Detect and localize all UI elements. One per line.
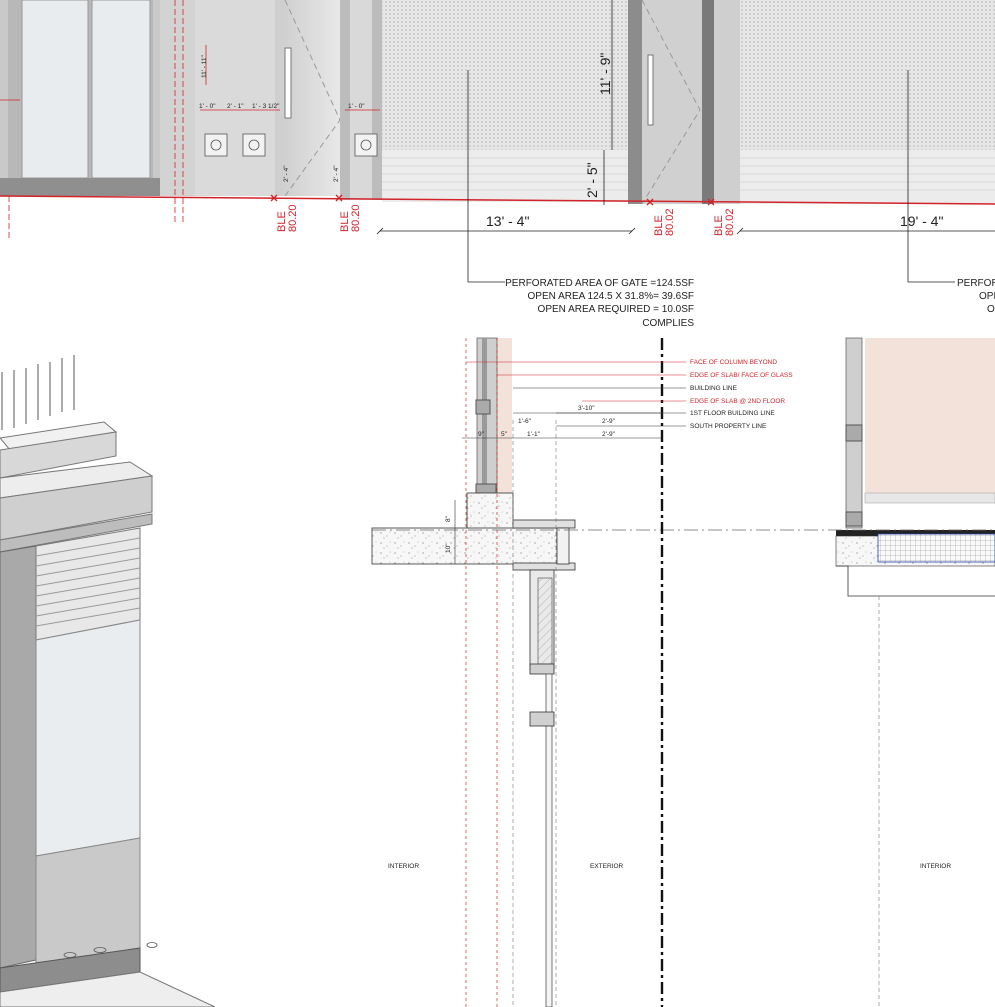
svg-text:OPE: OPE — [979, 291, 995, 302]
svg-text:PERFOR: PERFOR — [957, 278, 995, 289]
svg-text:2'-9": 2'-9" — [602, 431, 616, 438]
leader-1st-floor-building-line: 1ST FLOOR BUILDING LINE — [690, 410, 775, 417]
dimension-red-4: 1' - 3 1/2" — [252, 103, 280, 110]
svg-text:80.02: 80.02 — [664, 208, 676, 236]
dimension-red-5: 2' - 4" — [283, 165, 290, 182]
dimension-red-6: 2' - 4" — [333, 165, 340, 182]
dimension-gate-width-2: 19' - 4" — [900, 213, 943, 229]
leader-face-of-column: FACE OF COLUMN BEYOND — [690, 359, 777, 366]
ble-tag: BLE 80.20 — [339, 204, 362, 232]
dimension-red-1: 11' - 11" — [201, 54, 208, 78]
svg-text:3'-10": 3'-10" — [578, 405, 595, 412]
svg-text:1'-1": 1'-1" — [527, 431, 541, 438]
dimension-gate-width-1: 13' - 4" — [486, 213, 529, 229]
dimension-red-7: 1' - 0" — [348, 103, 365, 110]
svg-text:5": 5" — [501, 431, 508, 438]
dimension-red-3: 2' - 1" — [227, 103, 244, 110]
drawing-sheet: 13' - 4" 19' - 4" 11' - 9" 2' - 5" 11' -… — [0, 0, 995, 1007]
storefront-elevation — [0, 0, 995, 240]
svg-text:COMPLIES: COMPLIES — [642, 318, 694, 329]
svg-text:80.20: 80.20 — [287, 204, 299, 232]
wall-section — [371, 337, 995, 1007]
svg-text:80.20: 80.20 — [350, 204, 362, 232]
gate-area-note-cropped: PERFOR OPE O — [957, 278, 995, 315]
leader-edge-of-slab: EDGE OF SLAB/ FACE OF GLASS — [690, 372, 793, 379]
svg-text:1'-6": 1'-6" — [518, 418, 532, 425]
gate-area-note: PERFORATED AREA OF GATE =124.5SF OPEN AR… — [505, 278, 694, 329]
svg-text:2'-9": 2'-9" — [602, 418, 616, 425]
leader-edge-of-slab-2nd: EDGE OF SLAB @ 2ND FLOOR — [690, 398, 785, 405]
axonometric-view — [0, 355, 216, 1007]
dimension-gate-height: 11' - 9" — [597, 53, 613, 95]
label-interior-left: INTERIOR — [388, 863, 419, 870]
section-leader-labels: FACE OF COLUMN BEYOND EDGE OF SLAB/ FACE… — [690, 359, 793, 430]
svg-text:O: O — [987, 304, 995, 315]
svg-text:10": 10" — [445, 543, 452, 553]
svg-text:80.02: 80.02 — [724, 208, 736, 236]
label-exterior: EXTERIOR — [590, 863, 624, 870]
label-interior-right: INTERIOR — [920, 863, 951, 870]
dimension-red-2: 1' - 0" — [199, 103, 216, 110]
svg-text:OPEN AREA 124.5 X 31.8%= 39.6: OPEN AREA 124.5 X 31.8%= 39.6SF — [528, 291, 695, 302]
svg-text:9": 9" — [478, 431, 485, 438]
ble-tag: BLE 80.02 — [653, 208, 676, 236]
ble-tag: BLE 80.20 — [276, 204, 299, 232]
ble-tag: BLE 80.02 — [713, 208, 736, 236]
svg-text:8": 8" — [445, 515, 452, 522]
leader-building-line: BUILDING LINE — [690, 385, 738, 392]
svg-text:OPEN AREA REQUIRED = 10.0SF: OPEN AREA REQUIRED = 10.0SF — [538, 304, 694, 315]
svg-text:PERFORATED AREA OF GATE =124.5: PERFORATED AREA OF GATE =124.5SF — [505, 278, 694, 289]
leader-south-property-line: SOUTH PROPERTY LINE — [690, 423, 767, 430]
dimension-base-height: 2' - 5" — [584, 162, 600, 198]
